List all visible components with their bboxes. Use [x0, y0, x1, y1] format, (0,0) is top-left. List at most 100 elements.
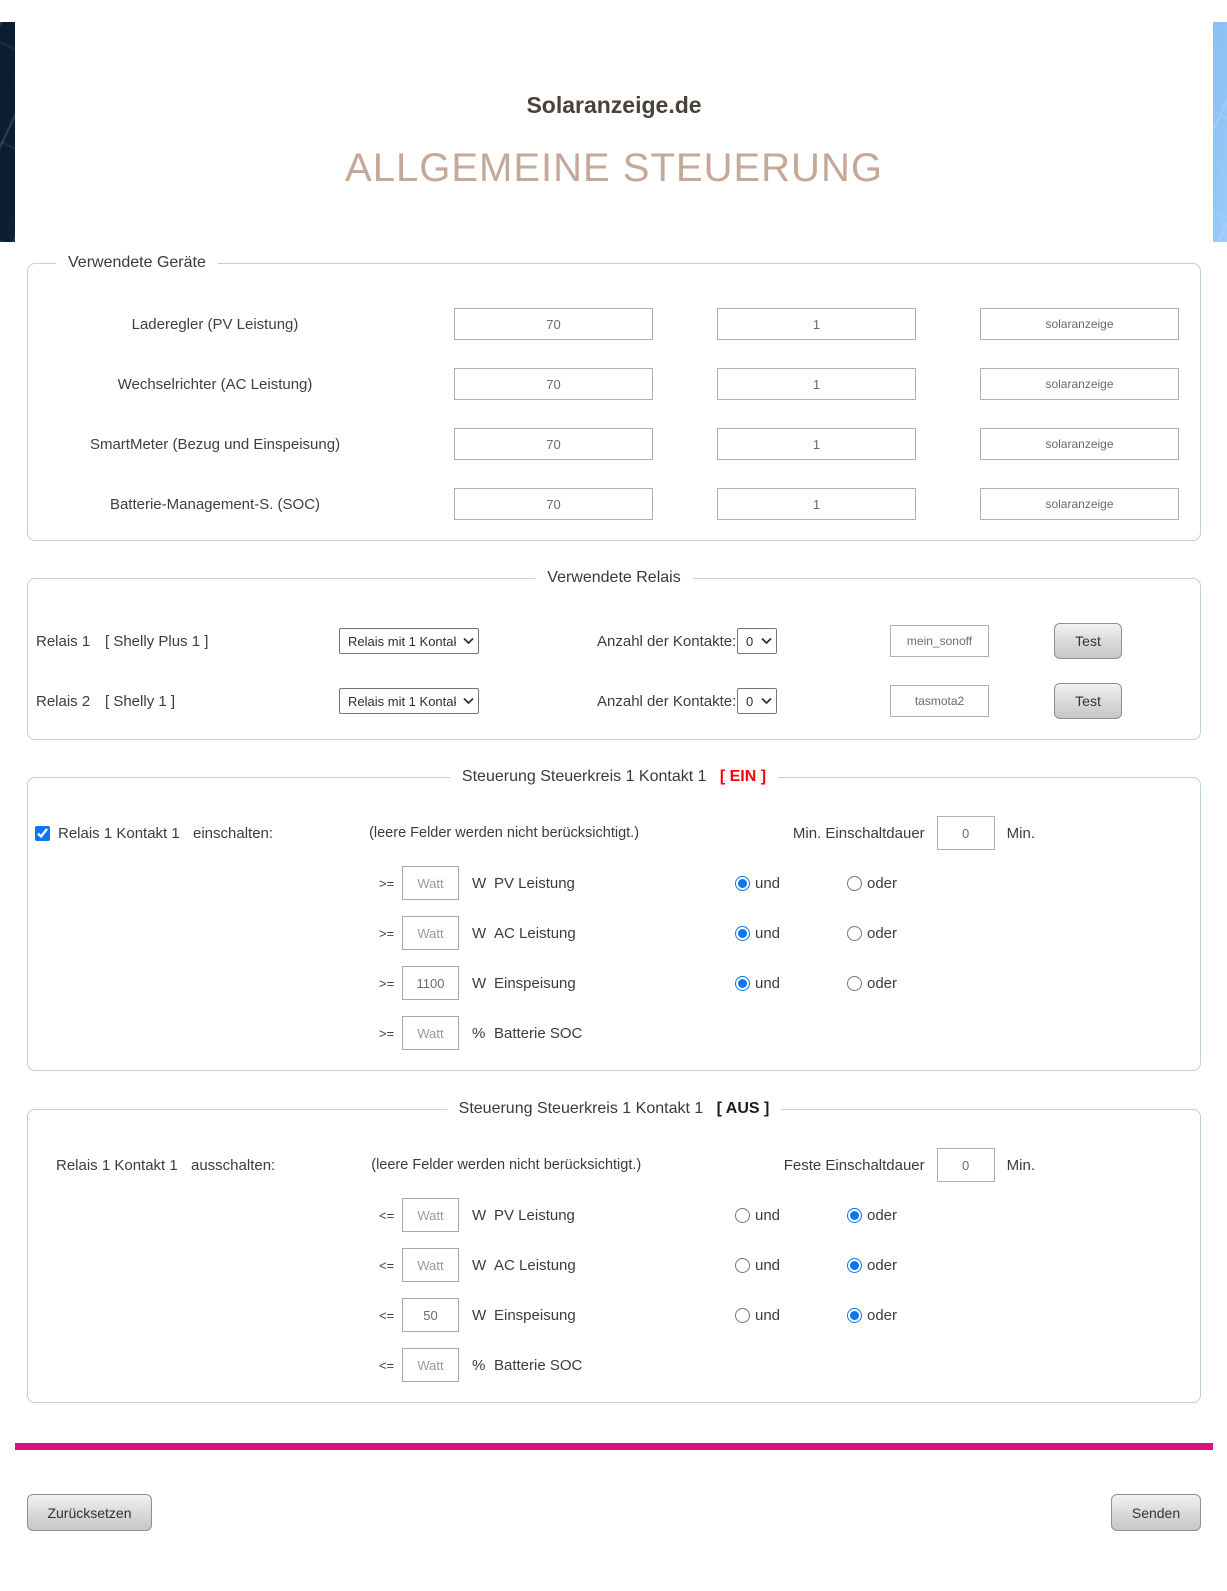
- condition-metric: PV Leistung: [494, 875, 575, 892]
- state-ein-badge: [ EIN ]: [720, 768, 766, 785]
- ein-oder-radio[interactable]: [847, 876, 862, 891]
- contacts-count-select[interactable]: 0: [737, 688, 777, 714]
- condition-metric: PV Leistung: [494, 1207, 575, 1224]
- condition-operator: >=: [379, 926, 402, 941]
- device-instance-input[interactable]: [717, 428, 916, 460]
- device-name-input[interactable]: [980, 488, 1179, 520]
- und-radio-label: und: [755, 925, 780, 942]
- aus-ac-threshold-input[interactable]: [402, 1248, 459, 1282]
- aus-soc-threshold-input[interactable]: [402, 1348, 459, 1382]
- condition-metric: Batterie SOC: [494, 1357, 582, 1374]
- relay-model: [ Shelly 1 ]: [105, 693, 175, 710]
- ein-enable-checkbox[interactable]: [35, 826, 50, 841]
- devices-fieldset: Verwendete Geräte Laderegler (PV Leistun…: [27, 254, 1201, 541]
- device-row-batterie: Batterie-Management-S. (SOC): [40, 488, 1200, 520]
- device-instance-input[interactable]: [717, 488, 916, 520]
- relay-model: [ Shelly Plus 1 ]: [105, 633, 208, 650]
- relay-name: Relais 1: [36, 633, 105, 650]
- aus-duration-input[interactable]: [937, 1148, 995, 1182]
- ein-condition-row-soc: >= %Batterie SOC: [28, 1016, 1200, 1050]
- relays-fieldset: Verwendete Relais Relais 1 [ Shelly Plus…: [27, 569, 1201, 740]
- ein-und-radio[interactable]: [735, 926, 750, 941]
- ein-hint-text: (leere Felder werden nicht berücksichtig…: [369, 825, 639, 841]
- aus-pv-threshold-input[interactable]: [402, 1198, 459, 1232]
- device-instance-input[interactable]: [717, 308, 916, 340]
- device-port-input[interactable]: [454, 308, 653, 340]
- aus-condition-row-soc: <= %Batterie SOC: [28, 1348, 1200, 1382]
- aus-und-radio[interactable]: [735, 1208, 750, 1223]
- ein-duration-input[interactable]: [937, 816, 995, 850]
- relay-label: Relais 1 [ Shelly Plus 1 ]: [36, 633, 339, 650]
- oder-radio-label: oder: [867, 925, 897, 942]
- aus-oder-radio[interactable]: [847, 1208, 862, 1223]
- device-instance-input[interactable]: [717, 368, 916, 400]
- device-name-input[interactable]: [980, 428, 1179, 460]
- oder-radio-label: oder: [867, 1207, 897, 1224]
- aus-und-radio[interactable]: [735, 1258, 750, 1273]
- ein-pv-threshold-input[interactable]: [402, 866, 459, 900]
- ein-soc-threshold-input[interactable]: [402, 1016, 459, 1050]
- condition-operator: <=: [379, 1208, 402, 1223]
- relay-test-button[interactable]: Test: [1054, 683, 1122, 719]
- contacts-count-label: Anzahl der Kontakte:: [597, 633, 737, 650]
- relay-type-select[interactable]: Relais mit 1 Kontakt: [339, 628, 479, 654]
- send-button[interactable]: Senden: [1111, 1494, 1201, 1531]
- relay-mqtt-name-input[interactable]: [890, 625, 989, 657]
- ein-condition-row-ac: >= WAC Leistung und oder: [28, 916, 1200, 950]
- oder-radio-label: oder: [867, 1307, 897, 1324]
- ein-einspeisung-threshold-input[interactable]: [402, 966, 459, 1000]
- aus-und-radio[interactable]: [735, 1308, 750, 1323]
- device-port-input[interactable]: [454, 368, 653, 400]
- relays-legend: Verwendete Relais: [535, 569, 692, 587]
- ein-relay-label: Relais 1 Kontakt 1: [58, 825, 181, 842]
- ein-duration-label: Min. Einschaltdauer: [793, 825, 925, 842]
- device-name-input[interactable]: [980, 368, 1179, 400]
- aus-action-label: ausschalten:: [191, 1157, 275, 1174]
- condition-unit: %: [472, 1025, 494, 1042]
- relay-row-1: Relais 1 [ Shelly Plus 1 ] Relais mit 1 …: [28, 623, 1200, 659]
- condition-metric: AC Leistung: [494, 1257, 576, 1274]
- control-ein-fieldset: Steuerung Steuerkreis 1 Kontakt 1 [ EIN …: [27, 768, 1201, 1071]
- und-radio-label: und: [755, 975, 780, 992]
- device-port-input[interactable]: [454, 488, 653, 520]
- relay-test-button[interactable]: Test: [1054, 623, 1122, 659]
- control-aus-fieldset: Steuerung Steuerkreis 1 Kontakt 1 [ AUS …: [27, 1100, 1201, 1403]
- condition-operator: >=: [379, 876, 402, 891]
- device-label: Batterie-Management-S. (SOC): [40, 496, 390, 513]
- aus-einspeisung-threshold-input[interactable]: [402, 1298, 459, 1332]
- device-label: SmartMeter (Bezug und Einspeisung): [40, 436, 390, 453]
- footer-actions: Zurücksetzen Senden: [15, 1494, 1213, 1531]
- aus-header-row: Relais 1 Kontakt 1 ausschalten: (leere F…: [28, 1148, 1200, 1182]
- content-card: Solaranzeige.de ALLGEMEINE STEUERUNG Ver…: [15, 22, 1213, 1591]
- und-radio-label: und: [755, 1307, 780, 1324]
- control-ein-legend: Steuerung Steuerkreis 1 Kontakt 1 [ EIN …: [450, 768, 778, 786]
- magenta-divider: [15, 1443, 1213, 1450]
- ein-oder-radio[interactable]: [847, 976, 862, 991]
- relay-mqtt-name-input[interactable]: [890, 685, 989, 717]
- condition-operator: >=: [379, 976, 402, 991]
- device-row-smartmeter: SmartMeter (Bezug und Einspeisung): [40, 428, 1200, 460]
- condition-unit: W: [472, 875, 494, 892]
- aus-oder-radio[interactable]: [847, 1308, 862, 1323]
- device-name-input[interactable]: [980, 308, 1179, 340]
- aus-oder-radio[interactable]: [847, 1258, 862, 1273]
- und-radio-label: und: [755, 1207, 780, 1224]
- relay-type-select[interactable]: Relais mit 1 Kontakt: [339, 688, 479, 714]
- condition-unit: W: [472, 1207, 494, 1224]
- contacts-count-select[interactable]: 0: [737, 628, 777, 654]
- condition-operator: <=: [379, 1358, 402, 1373]
- ein-und-radio[interactable]: [735, 876, 750, 891]
- reset-button[interactable]: Zurücksetzen: [27, 1494, 152, 1531]
- device-row-wechselrichter: Wechselrichter (AC Leistung): [40, 368, 1200, 400]
- ein-und-radio[interactable]: [735, 976, 750, 991]
- condition-operator: <=: [379, 1308, 402, 1323]
- aus-condition-row-ac: <= WAC Leistung und oder: [28, 1248, 1200, 1282]
- condition-metric: Batterie SOC: [494, 1025, 582, 1042]
- state-aus-badge: [ AUS ]: [717, 1100, 770, 1117]
- device-label: Laderegler (PV Leistung): [40, 316, 390, 333]
- ein-ac-threshold-input[interactable]: [402, 916, 459, 950]
- oder-radio-label: oder: [867, 975, 897, 992]
- aus-duration-label: Feste Einschaltdauer: [784, 1157, 925, 1174]
- ein-oder-radio[interactable]: [847, 926, 862, 941]
- device-port-input[interactable]: [454, 428, 653, 460]
